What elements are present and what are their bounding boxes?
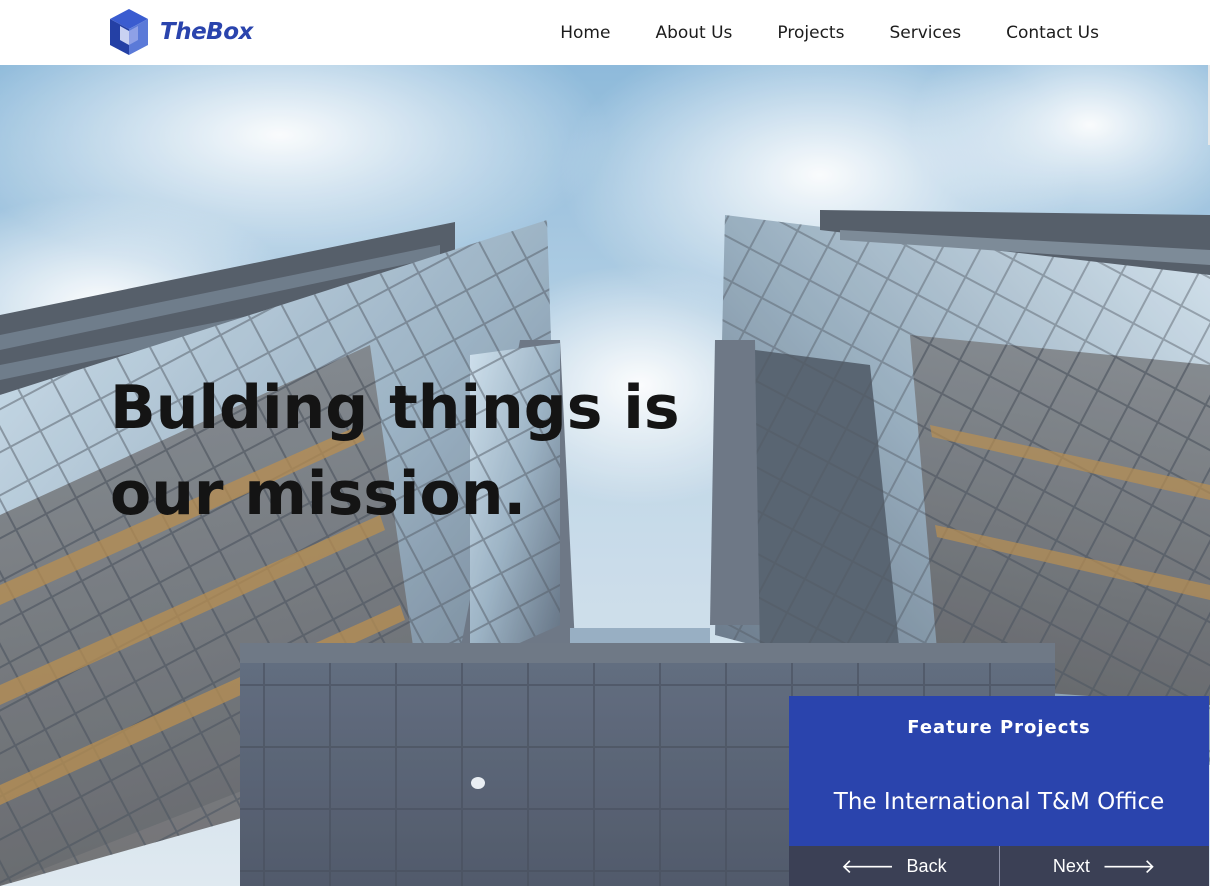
feature-projects-card: Feature Projects The International T&M O…	[789, 696, 1209, 886]
nav-services[interactable]: Services	[889, 23, 961, 43]
back-button[interactable]: 🡐 Back	[789, 846, 999, 886]
next-button[interactable]: Next 🡒	[998, 846, 1210, 886]
feature-card-body: Feature Projects The International T&M O…	[789, 696, 1209, 846]
cube-logo-icon	[108, 8, 150, 56]
nav-projects[interactable]: Projects	[777, 23, 844, 43]
main-nav: Home About Us Projects Services Contact …	[560, 0, 1099, 65]
feature-nav: 🡐 Back Next 🡒	[789, 846, 1209, 886]
feature-heading: Feature Projects	[907, 717, 1091, 738]
arrow-left-icon: 🡐	[840, 854, 895, 878]
site-header: TheBox Home About Us Projects Services C…	[0, 0, 1210, 65]
hero-title: Bulding things is our mission.	[110, 365, 750, 537]
back-label: Back	[906, 855, 947, 876]
logo-text: TheBox	[160, 19, 253, 45]
next-label: Next	[1052, 855, 1090, 876]
logo[interactable]: TheBox	[108, 8, 253, 56]
nav-home[interactable]: Home	[560, 23, 610, 43]
hero-title-line-2: our mission.	[110, 459, 527, 529]
arrow-right-icon: 🡒	[1101, 854, 1156, 878]
nav-contact-us[interactable]: Contact Us	[1006, 23, 1099, 43]
feature-project-name: The International T&M Office	[833, 789, 1165, 815]
nav-about-us[interactable]: About Us	[655, 23, 732, 43]
hero-title-line-1: Bulding things is	[110, 373, 680, 443]
